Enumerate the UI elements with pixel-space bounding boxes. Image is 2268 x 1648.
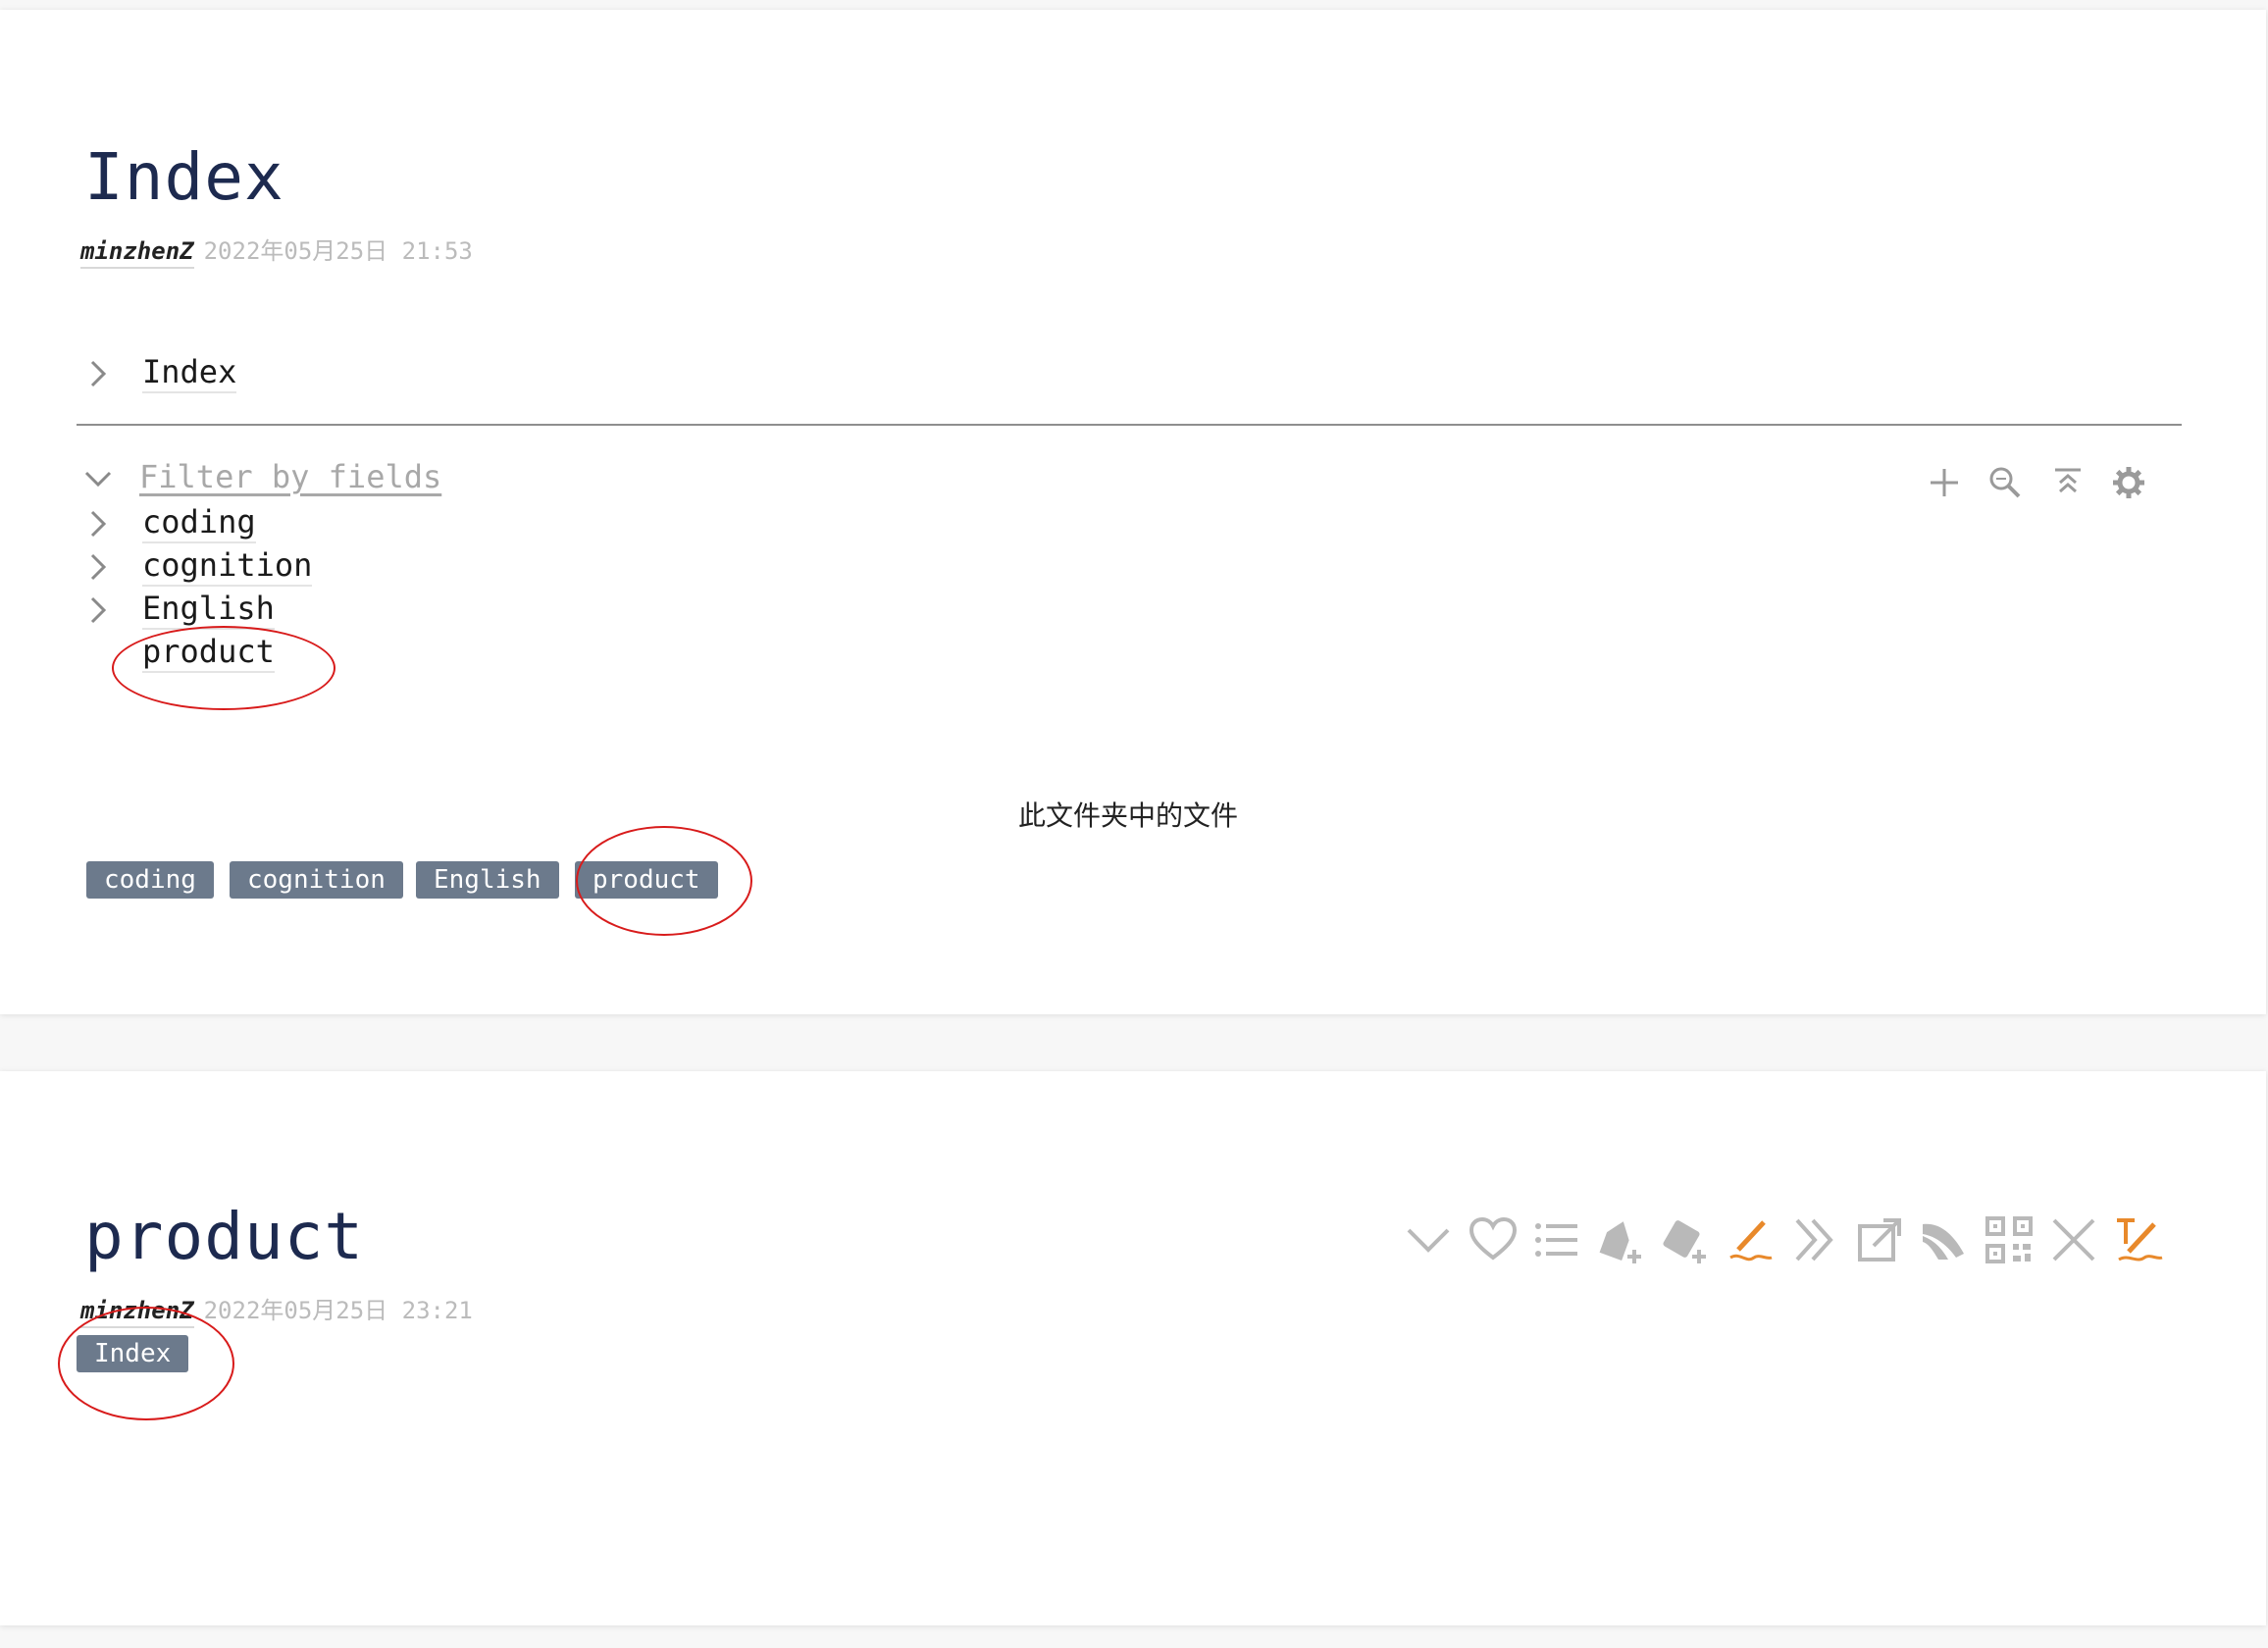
heart-icon[interactable] [1468, 1214, 1519, 1265]
tree-item-coding[interactable]: coding [142, 503, 256, 543]
author-link[interactable]: minzhenZ [80, 237, 194, 269]
edit-pen-icon[interactable] [1725, 1214, 1776, 1265]
tag-english[interactable]: English [416, 861, 559, 899]
shell-icon[interactable] [1919, 1214, 1970, 1265]
chevron-right-icon[interactable] [80, 506, 116, 541]
divider [77, 424, 2182, 426]
zoom-icon[interactable] [1984, 461, 2027, 504]
page-title: product [84, 1199, 365, 1274]
tag-coding[interactable]: coding [86, 861, 214, 899]
edit-text-icon[interactable] [2113, 1214, 2164, 1265]
close-icon[interactable] [2048, 1214, 2099, 1265]
tag-cognition[interactable]: cognition [230, 861, 403, 899]
chevron-right-icon[interactable] [80, 592, 116, 628]
calendar-tag-icon[interactable] [1660, 1214, 1711, 1265]
chevron-down-icon[interactable] [1403, 1214, 1454, 1265]
chevron-right-icon[interactable] [80, 356, 116, 391]
tree-item-cognition[interactable]: cognition [142, 546, 313, 587]
tree-item-english[interactable]: English [142, 590, 275, 630]
double-chevron-icon[interactable] [1789, 1214, 1840, 1265]
chevron-right-icon[interactable] [80, 549, 116, 585]
filter-by-fields-link[interactable]: Filter by fields [139, 458, 441, 495]
author-link[interactable]: minzhenZ [80, 1297, 194, 1328]
timestamp: 2022年05月25日 23:21 [203, 1297, 473, 1324]
qr-code-icon[interactable] [1984, 1214, 2035, 1265]
product-card: product minzhenZ 2022年05月25日 23:21 Index [0, 1071, 2266, 1625]
chevron-down-icon[interactable] [80, 461, 116, 496]
add-tag-icon[interactable] [1595, 1214, 1646, 1265]
folder-files-caption: 此文件夹中的文件 [1017, 799, 1238, 832]
post-meta: minzhenZ 2022年05月25日 23:21 [80, 1291, 473, 1328]
post-meta: minzhenZ 2022年05月25日 21:53 [80, 232, 473, 269]
plus-icon[interactable] [1923, 461, 1966, 504]
collapse-all-icon[interactable] [2046, 461, 2089, 504]
gear-icon[interactable] [2107, 461, 2150, 504]
breadcrumb-index[interactable]: Index [142, 353, 237, 393]
index-card: Index minzhenZ 2022年05月25日 21:53 Index Fi… [0, 10, 2266, 1014]
page-title: Index [84, 139, 284, 215]
tree-item-product[interactable]: product [142, 633, 275, 673]
tag-index[interactable]: Index [77, 1335, 189, 1372]
list-icon[interactable] [1530, 1214, 1581, 1265]
external-link-icon[interactable] [1854, 1214, 1905, 1265]
tag-product[interactable]: product [575, 861, 718, 899]
timestamp: 2022年05月25日 21:53 [203, 237, 473, 265]
